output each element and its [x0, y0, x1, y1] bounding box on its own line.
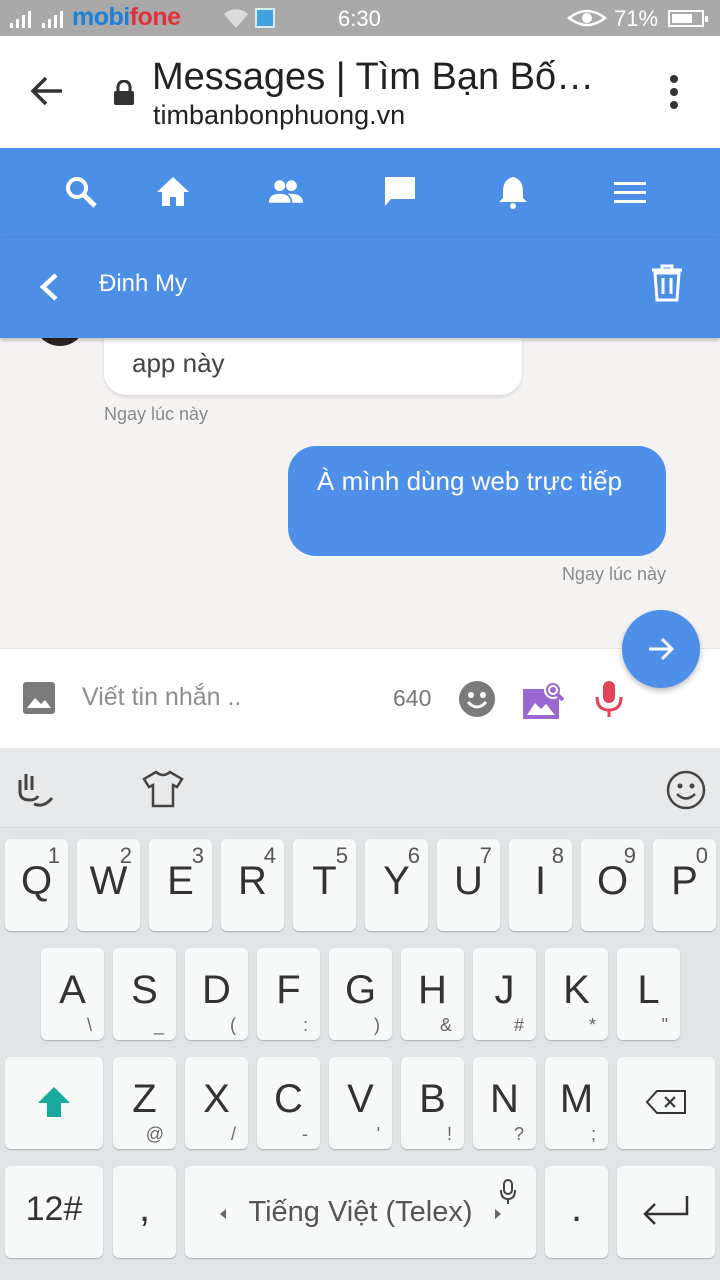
key-n[interactable]: N? — [473, 1057, 536, 1149]
key-q[interactable]: 1Q — [5, 839, 68, 931]
message-timestamp: Ngay lúc này — [561, 564, 666, 584]
send-button[interactable] — [622, 610, 700, 688]
key-d[interactable]: D( — [185, 948, 248, 1040]
chevron-right-icon — [495, 1209, 501, 1219]
eye-icon — [567, 9, 607, 27]
signal-icon — [10, 8, 31, 28]
key-g[interactable]: G) — [329, 948, 392, 1040]
browser-toolbar: Messages | Tìm Bạn Bốn Phương timbanbonp… — [0, 36, 720, 148]
outgoing-message-bubble[interactable]: À mình dùng web trực tiếp — [288, 446, 666, 556]
enter-icon — [643, 1196, 689, 1225]
send-arrow-icon — [649, 637, 675, 661]
key-l[interactable]: L " — [617, 948, 680, 1040]
shift-arrow-icon — [38, 1087, 70, 1117]
key-c[interactable]: C- — [257, 1057, 320, 1149]
key-h[interactable]: H & — [401, 948, 464, 1040]
trash-icon[interactable] — [650, 264, 684, 302]
signal-icon — [42, 8, 63, 28]
message-notification-icon — [255, 8, 275, 28]
backspace-icon — [645, 1090, 686, 1114]
status-bar: mobifone 6:30 71% — [0, 0, 720, 36]
keyboard: 1Q 2W 3E 4R 5T 6Y 7U 8I 9O 0P A \ S _ D( F… — [0, 748, 720, 1280]
enter-key[interactable] — [617, 1166, 715, 1258]
key-v[interactable]: V ' — [329, 1057, 392, 1149]
lock-icon — [114, 80, 134, 105]
key-i[interactable]: 8I — [509, 839, 572, 931]
key-t[interactable]: 5T — [293, 839, 356, 931]
microphone-icon — [500, 1179, 516, 1204]
microphone-icon[interactable] — [594, 679, 624, 719]
emoji-icon[interactable] — [666, 770, 706, 810]
key-p[interactable]: 0P — [653, 839, 716, 931]
key-b[interactable]: B! — [401, 1057, 464, 1149]
battery-percent: 71% — [614, 6, 659, 31]
wifi-icon — [224, 9, 248, 28]
keyboard-toolbar — [0, 748, 720, 828]
message-input[interactable]: Viết tin nhắn .. — [82, 683, 241, 712]
search-icon[interactable] — [63, 174, 99, 210]
battery-icon — [668, 10, 708, 27]
photo-search-icon[interactable] — [521, 679, 565, 721]
menu-icon[interactable] — [612, 174, 648, 210]
key-s[interactable]: S _ — [113, 948, 176, 1040]
conversation-header: Đinh My — [0, 238, 720, 338]
emoji-icon[interactable] — [459, 681, 495, 717]
key-z[interactable]: Z @ — [113, 1057, 176, 1149]
backspace-key[interactable] — [617, 1057, 715, 1149]
image-icon[interactable] — [23, 682, 55, 714]
gesture-icon[interactable] — [16, 770, 56, 808]
shift-key[interactable] — [5, 1057, 103, 1149]
back-arrow-icon[interactable] — [28, 72, 66, 110]
key-x[interactable]: X / — [185, 1057, 248, 1149]
key-r[interactable]: 4R — [221, 839, 284, 931]
key-o[interactable]: 9O — [581, 839, 644, 931]
period-key[interactable]: . — [545, 1166, 608, 1258]
key-a[interactable]: A \ — [41, 948, 104, 1040]
character-count: 640 — [393, 685, 432, 711]
carrier-name: mobifone — [72, 3, 181, 31]
key-w[interactable]: 2W — [77, 839, 140, 931]
overflow-menu-icon[interactable] — [662, 74, 686, 110]
friends-icon[interactable] — [268, 174, 304, 210]
space-key[interactable]: Tiếng Việt (Telex) — [185, 1166, 536, 1258]
page-title: Messages | Tìm Bạn Bốn Phương — [152, 56, 612, 98]
key-m[interactable]: M; — [545, 1057, 608, 1149]
incoming-message-bubble[interactable]: app này — [104, 338, 522, 395]
numbers-key[interactable]: 12# — [5, 1166, 103, 1258]
message-text: app này — [132, 348, 225, 378]
key-y[interactable]: 6Y — [365, 839, 428, 931]
key-u[interactable]: 7U — [437, 839, 500, 931]
messages-icon[interactable] — [382, 174, 418, 210]
message-text: À mình dùng web trực tiếp — [317, 466, 623, 496]
comma-key[interactable]: , — [113, 1166, 176, 1258]
notifications-icon[interactable] — [495, 174, 531, 210]
contact-name: Đinh My — [99, 270, 188, 297]
key-j[interactable]: J # — [473, 948, 536, 1040]
theme-shirt-icon[interactable] — [142, 770, 184, 808]
avatar[interactable] — [34, 338, 86, 346]
home-icon[interactable] — [155, 174, 191, 210]
key-f[interactable]: F: — [257, 948, 320, 1040]
message-composer: Viết tin nhắn .. 640 — [0, 648, 720, 748]
message-list[interactable]: app này Ngay lúc này À mình dùng web trự… — [0, 338, 720, 648]
chevron-left-icon[interactable] — [38, 272, 60, 302]
site-nav-bar — [0, 148, 720, 238]
status-time: 6:30 — [338, 6, 381, 31]
message-timestamp: Ngay lúc này — [104, 404, 209, 424]
key-e[interactable]: 3E — [149, 839, 212, 931]
key-k[interactable]: K * — [545, 948, 608, 1040]
page-url[interactable]: timbanbonphuong.vn — [153, 100, 405, 131]
